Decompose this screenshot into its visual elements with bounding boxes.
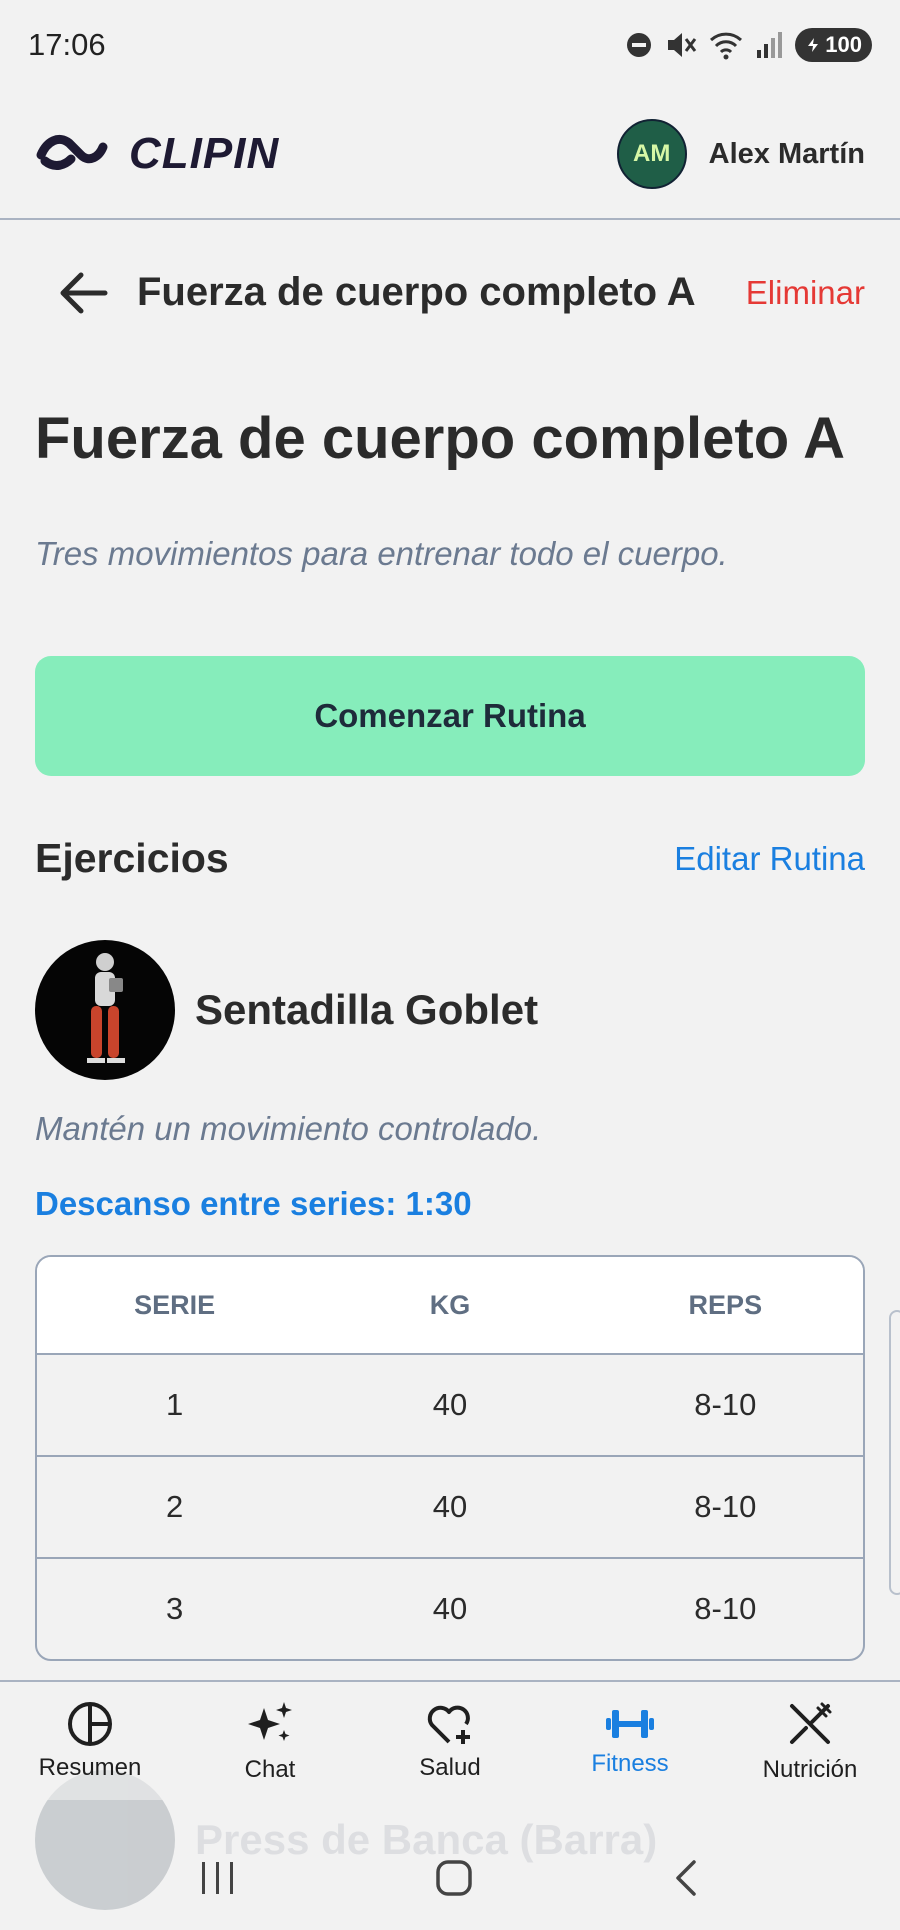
set-number: 2 xyxy=(166,1489,184,1524)
tab-resumen[interactable]: Resumen xyxy=(0,1682,180,1800)
page-title: Fuerza de cuerpo completo A xyxy=(35,406,845,471)
mute-icon xyxy=(665,30,697,60)
column-header-kg: KG xyxy=(429,1289,471,1320)
wifi-icon xyxy=(709,30,743,60)
tab-label: Chat xyxy=(244,1756,296,1783)
exercises-title: Ejercicios xyxy=(35,835,229,881)
set-reps: 8-10 xyxy=(694,1591,757,1626)
status-icons: 100 xyxy=(625,28,872,62)
brand-name: CLIPIN xyxy=(129,129,280,178)
tab-chat[interactable]: Chat xyxy=(180,1682,360,1800)
back-button[interactable] xyxy=(55,265,111,321)
table-header: SERIE KG REPS xyxy=(37,1257,863,1353)
set-reps: 8-10 xyxy=(694,1489,757,1524)
exercise-item[interactable]: Sentadilla Goblet xyxy=(35,940,538,1080)
tab-label: Nutrición xyxy=(762,1756,858,1783)
set-weight: 40 xyxy=(432,1591,468,1626)
home-icon[interactable] xyxy=(434,1858,474,1903)
exercise-thumbnail xyxy=(35,940,175,1080)
pie-chart-icon xyxy=(68,1702,112,1746)
tab-nutricion[interactable]: Nutrición xyxy=(720,1682,900,1800)
scrollbar[interactable] xyxy=(889,1310,900,1595)
dumbbell-icon xyxy=(606,1710,654,1738)
battery-level: 100 xyxy=(825,32,862,57)
back-nav-icon[interactable] xyxy=(670,1858,702,1903)
avatar[interactable]: AM xyxy=(616,119,687,189)
set-reps: 8-10 xyxy=(694,1387,757,1422)
table-row[interactable]: 2 40 8-10 xyxy=(37,1455,863,1557)
user-name: Alex Martín xyxy=(708,137,865,170)
bottom-navigation: Resumen Chat Salud Fitness Nutrición xyxy=(0,1680,900,1800)
column-header-reps: REPS xyxy=(688,1289,763,1320)
status-time: 17:06 xyxy=(28,27,106,62)
system-navigation-bar xyxy=(0,1840,900,1920)
set-number: 3 xyxy=(166,1591,184,1626)
arrow-left-icon xyxy=(60,272,108,313)
recent-apps-icon[interactable] xyxy=(198,1860,238,1901)
set-number: 1 xyxy=(166,1387,184,1422)
edit-routine-button[interactable]: Editar Rutina xyxy=(674,840,865,878)
nav-row: Fuerza de cuerpo completo A Eliminar xyxy=(0,255,900,330)
tab-salud[interactable]: Salud xyxy=(360,1682,540,1800)
status-bar: 17:06 100 xyxy=(0,0,900,90)
exercise-note: Mantén un movimiento controlado. xyxy=(35,1110,542,1147)
table-row[interactable]: 1 40 8-10 xyxy=(37,1353,863,1455)
brand-logo[interactable]: CLIPIN xyxy=(35,129,279,180)
tab-label: Fitness xyxy=(591,1750,669,1777)
start-routine-button[interactable]: Comenzar Rutina xyxy=(35,656,865,776)
set-weight: 40 xyxy=(432,1387,468,1422)
tab-label: Salud xyxy=(419,1754,481,1781)
user-profile[interactable]: AM Alex Martín xyxy=(616,119,865,189)
exercise-name: Sentadilla Goblet xyxy=(195,986,539,1033)
clipin-logo-icon xyxy=(35,129,115,180)
nav-title: Fuerza de cuerpo completo A xyxy=(137,270,696,314)
utensils-icon xyxy=(790,1702,832,1744)
tab-fitness[interactable]: Fitness xyxy=(540,1682,720,1800)
set-weight: 40 xyxy=(432,1489,468,1524)
app-header: CLIPIN AM Alex Martín xyxy=(0,90,900,220)
routine-description: Tres movimientos para entrenar todo el c… xyxy=(35,535,728,572)
delete-button[interactable]: Eliminar xyxy=(746,274,865,312)
sparkles-icon xyxy=(248,1702,292,1741)
do-not-disturb-icon xyxy=(625,31,653,59)
table-row[interactable]: 3 40 8-10 xyxy=(37,1557,863,1659)
sets-table: SERIE KG REPS 1 40 8-10 2 40 8-10 3 40 8… xyxy=(35,1255,865,1661)
battery-icon: 100 xyxy=(795,28,872,62)
heart-plus-icon xyxy=(427,1705,470,1744)
signal-icon xyxy=(755,30,783,60)
tab-label: Resumen xyxy=(38,1754,142,1781)
rest-timer[interactable]: Descanso entre series: 1:30 xyxy=(35,1185,472,1223)
exercises-header: Ejercicios Editar Rutina xyxy=(35,835,865,882)
column-header-set: SERIE xyxy=(134,1289,216,1320)
